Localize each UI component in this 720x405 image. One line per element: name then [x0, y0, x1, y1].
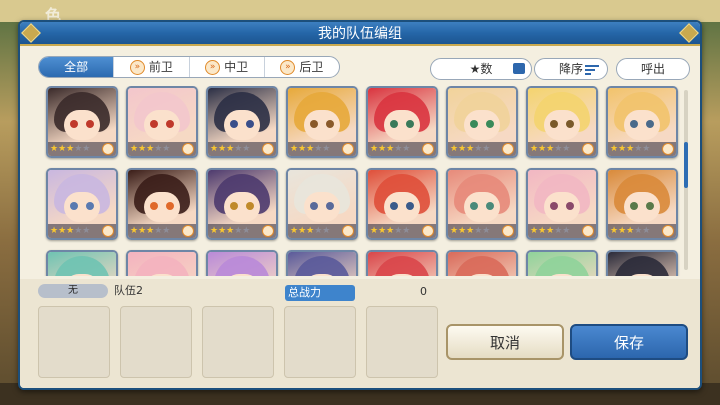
team-slot[interactable] — [120, 306, 192, 378]
team-slot[interactable] — [38, 306, 110, 378]
position-arrow-icon — [662, 143, 674, 155]
sort-by-stars-button[interactable]: ★数 — [430, 58, 532, 80]
position-arrow-icon — [182, 143, 194, 155]
character-card[interactable] — [446, 250, 518, 276]
filter-tab-label: 后卫 — [299, 60, 324, 74]
dialog-title-bar: 我的队伍编组 — [20, 22, 700, 46]
filter-tab-1[interactable]: » 前卫 — [113, 57, 188, 77]
character-card[interactable]: ★★★★★ — [286, 86, 358, 158]
sort-toggle-icon — [513, 63, 525, 74]
character-grid: ★★★★★ ★★★★★ ★★★★★ ★★★★★ ★★★★★ ★★★★★ ★★★★★ ★★★★★… — [44, 86, 690, 276]
character-card[interactable]: ★★★★★ — [206, 86, 278, 158]
character-portrait — [608, 252, 676, 276]
position-arrow-icon — [502, 225, 514, 237]
character-card[interactable]: ★★★★★ — [126, 168, 198, 240]
filter-tab-0[interactable]: 全部 — [39, 57, 114, 77]
total-power-label: 总战力 — [285, 285, 355, 301]
character-card[interactable]: ★★★★★ — [126, 86, 198, 158]
character-card[interactable] — [206, 250, 278, 276]
order-descending-button[interactable]: 降序 — [534, 58, 608, 80]
position-arrow-icon — [582, 143, 594, 155]
character-card[interactable]: ★★★★★ — [366, 168, 438, 240]
order-label: 降序 — [558, 62, 583, 76]
position-arrow-icon — [422, 143, 434, 155]
character-card[interactable]: ★★★★★ — [526, 86, 598, 158]
position-arrow-icon: » — [205, 60, 221, 75]
character-card[interactable]: ★★★★★ — [526, 168, 598, 240]
filter-tab-3[interactable]: » 后卫 — [263, 57, 339, 77]
character-card[interactable]: ★★★★★ — [46, 86, 118, 158]
character-card[interactable]: ★★★★★ — [366, 86, 438, 158]
position-arrow-icon — [342, 143, 354, 155]
position-arrow-icon — [422, 225, 434, 237]
position-arrow-icon — [502, 143, 514, 155]
team-slot[interactable] — [284, 306, 356, 378]
character-portrait — [368, 252, 436, 276]
call-out-button[interactable]: 呼出 — [616, 58, 690, 80]
character-card[interactable]: ★★★★★ — [46, 168, 118, 240]
title-ornament-right — [679, 23, 699, 43]
dialog-title: 我的队伍编组 — [318, 26, 402, 42]
position-arrow-icon: » — [129, 60, 145, 75]
sort-order-icon — [585, 65, 599, 77]
character-portrait — [528, 252, 596, 276]
character-portrait — [208, 252, 276, 276]
position-arrow-icon — [262, 225, 274, 237]
filter-tab-label: 全部 — [64, 60, 89, 74]
background-top-bar: 色 — [0, 0, 720, 25]
filter-tab-2[interactable]: » 中卫 — [188, 57, 264, 77]
title-ornament-left — [21, 23, 41, 43]
character-card[interactable] — [126, 250, 198, 276]
call-label: 呼出 — [640, 62, 665, 76]
position-arrow-icon — [102, 143, 114, 155]
position-arrow-icon: » — [280, 60, 296, 75]
position-arrow-icon — [662, 225, 674, 237]
character-portrait — [128, 252, 196, 276]
character-card[interactable]: ★★★★★ — [606, 168, 678, 240]
grid-scrollbar-thumb[interactable] — [684, 142, 688, 188]
character-card[interactable] — [366, 250, 438, 276]
save-button[interactable]: 保存 — [570, 324, 688, 360]
character-card[interactable] — [526, 250, 598, 276]
team-slot[interactable] — [202, 306, 274, 378]
sort-label: ★数 — [469, 62, 493, 76]
position-arrow-icon — [182, 225, 194, 237]
character-portrait — [48, 252, 116, 276]
character-card[interactable] — [606, 250, 678, 276]
filter-tab-label: 中卫 — [224, 60, 249, 74]
total-power-value: 0 — [420, 285, 427, 298]
cancel-button[interactable]: 取消 — [446, 324, 564, 360]
character-card[interactable] — [286, 250, 358, 276]
team-edit-dialog: 我的队伍编组 全部» 前卫» 中卫» 后卫 ★数 降序 呼出 ★★★★★ ★★★★★ ★★… — [18, 20, 702, 390]
position-arrow-icon — [262, 143, 274, 155]
position-arrow-icon — [102, 225, 114, 237]
position-arrow-icon — [342, 225, 354, 237]
position-filter-tabs: 全部» 前卫» 中卫» 后卫 — [38, 56, 340, 78]
character-card[interactable]: ★★★★★ — [446, 86, 518, 158]
character-portrait — [288, 252, 356, 276]
team-name: 队伍2 — [114, 284, 143, 297]
position-arrow-icon — [582, 225, 594, 237]
character-portrait — [448, 252, 516, 276]
character-card[interactable]: ★★★★★ — [206, 168, 278, 240]
team-status-badge: 无 — [38, 284, 108, 298]
character-card[interactable]: ★★★★★ — [446, 168, 518, 240]
filter-tab-label: 前卫 — [148, 60, 173, 74]
character-card[interactable]: ★★★★★ — [286, 168, 358, 240]
team-slot[interactable] — [366, 306, 438, 378]
character-card[interactable] — [46, 250, 118, 276]
character-card[interactable]: ★★★★★ — [606, 86, 678, 158]
